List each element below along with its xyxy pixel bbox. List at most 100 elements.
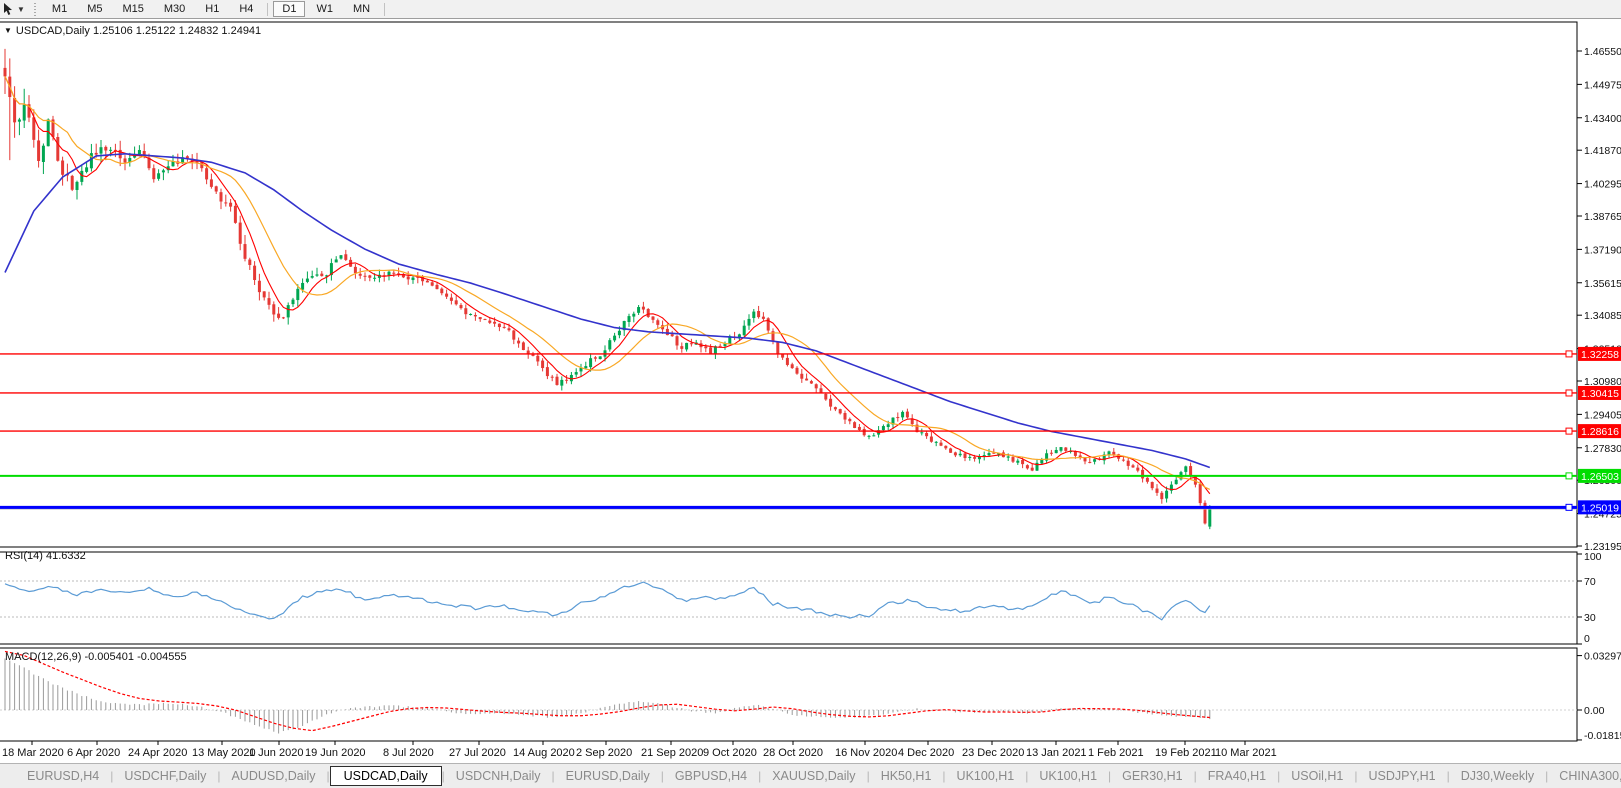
- date-label[interactable]: 10 Mar 2021: [1215, 747, 1277, 759]
- date-label[interactable]: 18 Mar 2020: [2, 747, 64, 759]
- candle-body: [556, 377, 559, 385]
- rsi-macd-splitter[interactable]: [0, 643, 1577, 648]
- candle-body: [1021, 460, 1024, 464]
- main-rsi-splitter[interactable]: [0, 546, 1577, 551]
- date-label[interactable]: 8 Jul 2020: [383, 747, 434, 759]
- candle-body: [474, 315, 477, 316]
- candle-body: [80, 171, 83, 182]
- candle-body: [719, 346, 722, 347]
- level-drag-handle[interactable]: [1566, 504, 1572, 510]
- candle-body: [1132, 465, 1135, 467]
- candle-body: [1012, 457, 1015, 462]
- date-label[interactable]: 19 Feb 2021: [1155, 747, 1217, 759]
- candle-body: [800, 374, 803, 379]
- chart-tab-eurusd-h4[interactable]: EURUSD,H4: [16, 767, 110, 785]
- date-label[interactable]: 21 Sep 2020: [641, 747, 703, 759]
- candle-body: [23, 105, 26, 121]
- chart-tab-china300-h1[interactable]: CHINA300,H1: [1548, 767, 1621, 785]
- candle-body: [18, 120, 21, 122]
- chart-tab-usoil-h1[interactable]: USOil,H1: [1280, 767, 1354, 785]
- date-label[interactable]: 16 Nov 2020: [835, 747, 897, 759]
- candle-body: [652, 317, 655, 320]
- date-label[interactable]: 13 May 2020: [192, 747, 256, 759]
- candle-body: [1060, 447, 1063, 451]
- chart-tab-usdcnh-daily[interactable]: USDCNH,Daily: [445, 767, 552, 785]
- candle-body: [887, 424, 890, 427]
- candle-body: [1074, 451, 1077, 455]
- level-drag-handle[interactable]: [1566, 351, 1572, 357]
- date-label[interactable]: 1 Feb 2021: [1088, 747, 1144, 759]
- candle-body: [517, 341, 520, 344]
- candle-body: [1026, 465, 1029, 468]
- rsi-tick-label: 30: [1584, 612, 1596, 624]
- candle-body: [512, 331, 515, 340]
- chart-tab-usdchf-daily[interactable]: USDCHF,Daily: [113, 767, 217, 785]
- level-drag-handle[interactable]: [1566, 390, 1572, 396]
- candle-body: [906, 412, 909, 418]
- price-tick-label: 1.27830: [1584, 443, 1621, 455]
- candle-body: [460, 305, 463, 308]
- candle-body: [642, 307, 645, 310]
- price-tick-label: 1.34085: [1584, 310, 1621, 322]
- candle-body: [901, 412, 904, 417]
- candle-body: [685, 343, 688, 350]
- candle-body: [76, 182, 79, 190]
- candle-body: [1151, 482, 1154, 488]
- candle-body: [1108, 451, 1111, 454]
- chart-tab-fra40-h1[interactable]: FRA40,H1: [1197, 767, 1277, 785]
- date-label[interactable]: 9 Oct 2020: [703, 747, 757, 759]
- chart-symbol-label: USDCAD,Daily: [16, 25, 90, 37]
- chart-tab-uk100-h1[interactable]: UK100,H1: [946, 767, 1026, 785]
- chart-tab-dj30-weekly[interactable]: DJ30,Weekly: [1450, 767, 1545, 785]
- chart-tab-usdcad-daily[interactable]: USDCAD,Daily: [330, 766, 442, 786]
- candle-body: [239, 223, 242, 244]
- rsi-tick-label: 100: [1584, 551, 1602, 563]
- candle-body: [354, 267, 357, 273]
- candle-body: [503, 327, 506, 328]
- date-label[interactable]: 23 Dec 2020: [962, 747, 1024, 759]
- date-label[interactable]: 28 Oct 2020: [763, 747, 823, 759]
- candle-body: [848, 419, 851, 421]
- candle-body: [613, 336, 616, 341]
- chart-tab-eurusd-daily[interactable]: EURUSD,Daily: [555, 767, 661, 785]
- date-label[interactable]: 2 Sep 2020: [576, 747, 632, 759]
- candle-body: [743, 326, 746, 336]
- chart-tab-gbpusd-h4[interactable]: GBPUSD,H4: [664, 767, 758, 785]
- chart-tab-uk100-h1[interactable]: UK100,H1: [1028, 767, 1108, 785]
- candle-body: [834, 407, 837, 409]
- chart-tab-audusd-daily[interactable]: AUDUSD,Daily: [220, 767, 326, 785]
- candle-body: [124, 158, 127, 162]
- candle-body: [690, 343, 693, 344]
- candle-body: [234, 206, 237, 223]
- candle-body: [959, 454, 962, 455]
- chart-tab-ger30-h1[interactable]: GER30,H1: [1111, 767, 1193, 785]
- chart-tab-xauusd-daily[interactable]: XAUUSD,Daily: [761, 767, 866, 785]
- candle-body: [1136, 468, 1139, 471]
- chart-tab-hk50-h1[interactable]: HK50,H1: [870, 767, 943, 785]
- candle-body: [589, 358, 592, 367]
- macd-tick-label: -0.018154: [1584, 730, 1621, 742]
- date-label[interactable]: 6 Apr 2020: [67, 747, 120, 759]
- date-label[interactable]: 14 Aug 2020: [513, 747, 575, 759]
- date-label[interactable]: 13 Jan 2021: [1026, 747, 1087, 759]
- date-label[interactable]: 19 Jun 2020: [305, 747, 366, 759]
- candle-body: [215, 186, 218, 191]
- date-label[interactable]: 1 Jun 2020: [249, 747, 303, 759]
- date-label[interactable]: 4 Dec 2020: [898, 747, 954, 759]
- candle-body: [824, 394, 827, 400]
- candle-body: [920, 432, 923, 433]
- candle-body: [508, 328, 511, 330]
- date-label[interactable]: 24 Apr 2020: [128, 747, 187, 759]
- price-tick-label: 1.35615: [1584, 278, 1621, 290]
- macd-tick-label: 0.032972: [1584, 651, 1621, 663]
- date-label[interactable]: 27 Jul 2020: [449, 747, 506, 759]
- level-drag-handle[interactable]: [1566, 473, 1572, 479]
- chart-tab-usdjpy-h1[interactable]: USDJPY,H1: [1357, 767, 1446, 785]
- candle-body: [930, 437, 933, 442]
- collapse-triangle-icon[interactable]: ▼: [4, 26, 12, 35]
- candle-body: [968, 457, 971, 458]
- candle-body: [440, 289, 443, 294]
- candle-body: [152, 168, 155, 179]
- candle-body: [1040, 460, 1043, 464]
- level-drag-handle[interactable]: [1566, 428, 1572, 434]
